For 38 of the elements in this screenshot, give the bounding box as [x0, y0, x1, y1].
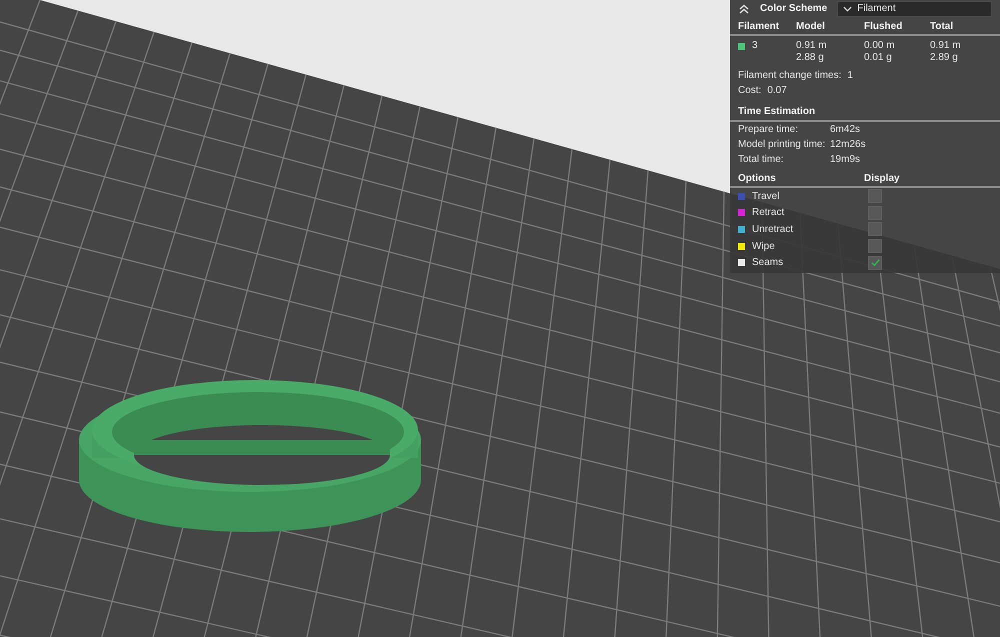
display-checkbox[interactable] — [868, 256, 882, 270]
column-header: Total — [930, 20, 954, 32]
stat-value: 0.07 — [767, 85, 787, 96]
time-value: 6m42s — [830, 124, 862, 135]
column-header: Filament — [738, 20, 780, 32]
option-label: Retract — [752, 207, 784, 218]
column-header: Display — [864, 172, 901, 184]
table-cell: 0.01 g — [864, 52, 892, 64]
table-cell: 0.91 m — [796, 40, 827, 52]
table-cell: 2.88 g — [796, 52, 824, 64]
section-title: Time Estimation — [730, 104, 1000, 122]
column-header: Flushed — [864, 20, 904, 32]
column-header: Options — [738, 172, 777, 184]
display-checkbox[interactable] — [868, 206, 882, 220]
display-checkbox[interactable] — [868, 189, 882, 204]
display-checkbox[interactable] — [868, 222, 882, 236]
time-label: Model printing time: — [738, 139, 826, 150]
option-label: Unretract — [752, 224, 794, 235]
color-scheme-dropdown[interactable]: Filament — [837, 0, 992, 16]
option-label: Travel — [752, 190, 780, 202]
display-checkbox[interactable] — [868, 239, 882, 254]
table-cell: 0.00 m — [864, 40, 895, 52]
option-label: Wipe — [752, 240, 775, 252]
color-scheme-label: Color Scheme — [760, 3, 828, 14]
time-value: 19m9s — [830, 154, 862, 165]
collapse-icon[interactable] — [738, 4, 750, 14]
table-cell: 2.89 g — [930, 52, 958, 64]
caret-icon — [843, 6, 852, 12]
option-label: Seams — [752, 257, 784, 268]
stat-label: Cost: — [738, 85, 762, 96]
table-cell: 3 — [752, 40, 758, 52]
column-header: Model — [796, 20, 826, 32]
time-label: Prepare time: — [738, 124, 800, 135]
stat-label: Filament change times: — [738, 70, 842, 81]
time-label: Total time: — [738, 154, 785, 165]
time-value: 12m26s — [830, 139, 867, 150]
table-cell: 0.91 m — [930, 40, 961, 52]
stat-value: 1 — [847, 70, 853, 81]
